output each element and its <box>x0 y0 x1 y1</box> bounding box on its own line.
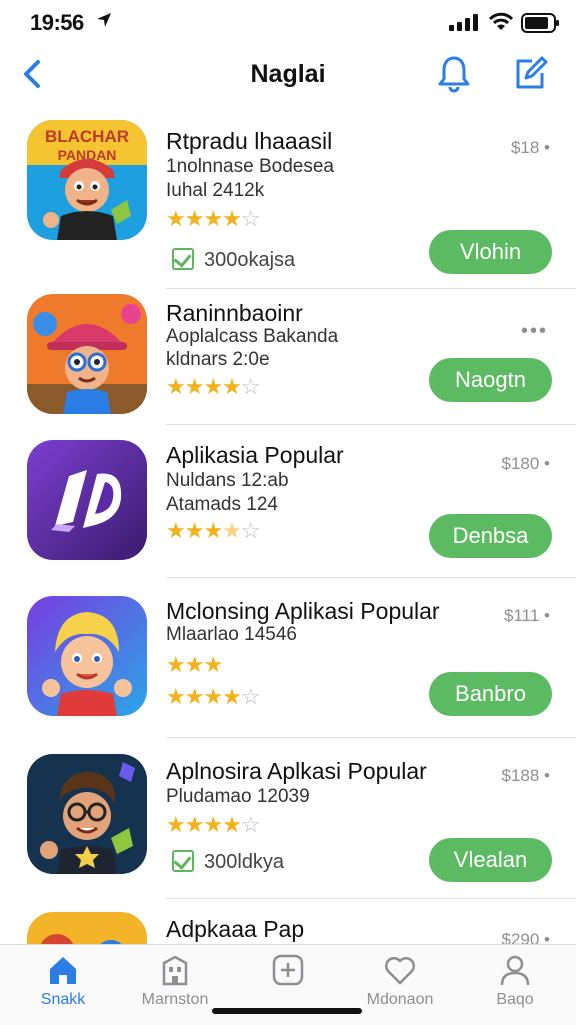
cellular-signal-icon <box>449 14 478 31</box>
app-subtitle: Aoplalcass Bakanda <box>166 326 339 347</box>
app-meta: Atamads 124 <box>166 494 278 515</box>
tab-building[interactable]: Marnston <box>120 953 230 1009</box>
app-meta: Iuhal 2412k <box>166 180 265 201</box>
get-button[interactable]: Vlealan <box>429 838 552 882</box>
wifi-icon <box>488 12 514 30</box>
get-button[interactable]: Denbsa <box>429 514 552 558</box>
get-button[interactable]: Vlohin <box>429 230 552 274</box>
more-options-icon[interactable]: ••• <box>521 320 548 343</box>
get-button[interactable]: Naogtn <box>429 358 552 402</box>
list-item[interactable]: Aplikasia Popular Nuldans 12:ab Atamads … <box>0 426 576 578</box>
list-item[interactable]: Raninnbaoinr Aoplalcass Bakanda kldnars … <box>0 290 576 426</box>
tab-profile[interactable]: Baqo <box>460 953 570 1009</box>
app-subtitle: Mlaarlao 14546 <box>166 624 297 645</box>
app-icon-cartoon-boy: BLACHAR PANDAN <box>27 120 147 240</box>
rating-stars: ★★★★☆ <box>166 684 261 709</box>
app-title: Rtpradu lhaaasil <box>166 128 333 154</box>
app-title: Mclonsing Aplikasi Popular <box>166 598 440 624</box>
app-icon-blonde-kid <box>27 596 147 716</box>
rating-stars: ★★★★☆ <box>166 812 261 837</box>
tab-favorites[interactable]: Mdonaon <box>345 953 455 1009</box>
rating-stars-secondary: ★★★ <box>166 652 223 677</box>
verified-check-icon <box>172 850 194 872</box>
verified-check-icon <box>172 248 194 270</box>
app-icon-cartoon-hat <box>27 294 147 414</box>
app-price: $290 • <box>501 930 551 944</box>
row-divider <box>166 424 576 425</box>
get-button[interactable]: Banbro <box>429 672 552 716</box>
app-title: Adpkaaa Pap <box>166 916 305 942</box>
app-icon-abstract-logo <box>27 440 147 560</box>
app-price: $188 • <box>501 766 551 785</box>
list-item[interactable]: BLACHAR PANDAN Rtpradu lhaaasil 1nolnnas… <box>0 118 576 289</box>
app-subtitle: Nuldans 12:ab <box>166 470 289 491</box>
heart-icon <box>384 956 416 985</box>
rating-stars: ★★★★☆ <box>166 374 261 399</box>
app-icon-partial <box>27 912 147 944</box>
status-time: 19:56 <box>30 10 84 35</box>
tab-label: Mdonaon <box>366 991 434 1008</box>
list-item[interactable]: Mclonsing Aplikasi Popular Mlaarlao 1454… <box>0 578 576 738</box>
app-subtitle: 1nolnnase Bodesea <box>166 156 334 177</box>
rating-stars: ★★★★☆ <box>166 206 261 231</box>
compose-icon[interactable] <box>510 53 550 93</box>
rating-stars: ★★★★☆ <box>166 518 261 543</box>
tab-label: Marnston <box>141 991 209 1008</box>
plus-icon <box>272 954 304 986</box>
badge-label: 300okajsa <box>204 249 296 271</box>
tab-label: Snakk <box>40 991 86 1008</box>
tab-add[interactable] <box>233 953 343 991</box>
app-title: Raninnbaoinr <box>166 300 303 326</box>
app-title: Aplikasia Popular <box>166 442 344 468</box>
location-arrow-icon <box>97 13 111 27</box>
app-icon-glasses-man <box>27 754 147 874</box>
home-icon <box>50 957 76 984</box>
list-item[interactable]: Aplnosira Aplkasi Popular Pludamao 12039… <box>0 738 576 899</box>
app-meta: kldnars 2:0e <box>166 349 270 370</box>
bell-icon[interactable] <box>434 53 474 93</box>
row-divider <box>166 288 576 289</box>
page-title: Naglai <box>250 60 326 88</box>
home-indicator <box>212 1008 362 1014</box>
tab-home[interactable]: Snakk <box>8 953 118 1009</box>
app-subtitle: Pludamao 12039 <box>166 786 310 807</box>
row-divider <box>166 898 576 899</box>
building-icon <box>162 955 188 986</box>
tab-label: Baqo <box>496 991 534 1008</box>
status-bar: 19:56 <box>0 0 576 44</box>
battery-icon <box>521 13 559 33</box>
navigation-bar: Naglai <box>0 48 576 104</box>
svg-text:BLACHAR: BLACHAR <box>45 127 129 146</box>
app-price: $180 • <box>501 454 551 473</box>
app-price: $18 • <box>510 138 550 157</box>
app-title: Aplnosira Aplkasi Popular <box>166 758 427 784</box>
person-icon <box>500 955 530 986</box>
badge-label: 300ldkya <box>204 851 285 873</box>
list-item[interactable]: Adpkaaa Pap $290 • <box>0 900 576 944</box>
app-price: $111 • <box>504 606 550 625</box>
back-chevron-icon[interactable] <box>14 54 54 94</box>
